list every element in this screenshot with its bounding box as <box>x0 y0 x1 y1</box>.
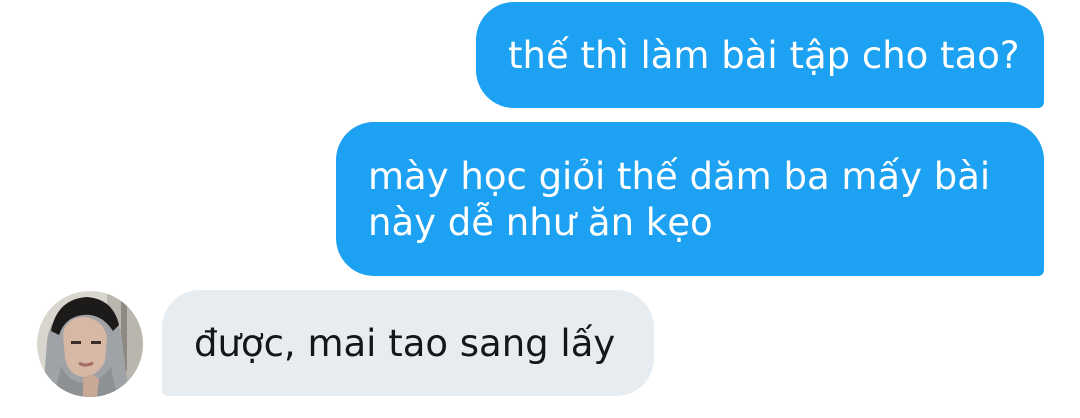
outgoing-message-bubble[interactable]: mày học giỏi thế dăm ba mấy bài này dễ n… <box>336 122 1044 276</box>
contact-avatar[interactable] <box>37 291 143 397</box>
incoming-message-bubble[interactable]: được, mai tao sang lấy <box>162 290 654 396</box>
message-thread: thế thì làm bài tập cho tao? mày học giỏ… <box>0 0 1080 418</box>
avatar-photo <box>37 291 143 397</box>
outgoing-message-bubble[interactable]: thế thì làm bài tập cho tao? <box>476 2 1044 108</box>
